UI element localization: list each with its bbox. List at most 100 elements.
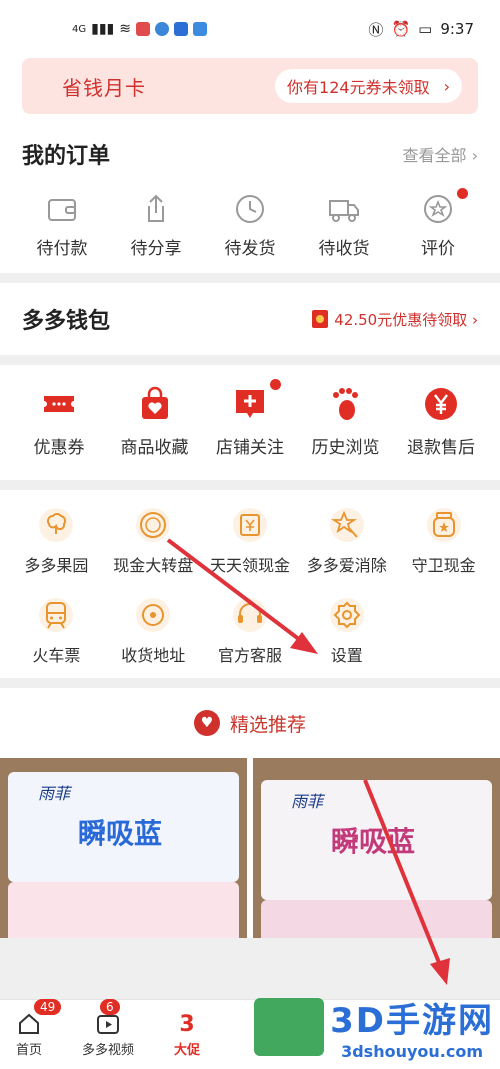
signal-icon: ▮▮▮ (91, 21, 115, 37)
quick-link-favorites[interactable]: 商品收藏 (110, 385, 200, 458)
quick-link-label: 店铺关注 (216, 438, 284, 458)
watermark-title: 3D手游网 (330, 1001, 494, 1041)
red-envelope-icon (312, 310, 329, 328)
tool-train-ticket[interactable]: 火车票 (8, 596, 105, 666)
order-pending-ship[interactable]: 待发货 (210, 192, 290, 259)
recommend-header: ♥ 精选推荐 (0, 688, 500, 758)
tool-daily-cash[interactable]: 天天领现金 (202, 506, 299, 576)
quick-link-label: 历史浏览 (311, 438, 380, 458)
tool-settings[interactable]: 设置 (298, 596, 395, 666)
status-left: 4G ▮▮▮ ≋ (72, 21, 207, 37)
product-brand: 雨菲 (38, 784, 71, 803)
tools-section: 多多果园 现金大转盘 天天领现金 多多爱消除 守卫现金 火车票 收货地址 官方客… (0, 490, 500, 678)
tool-label: 火车票 (32, 646, 81, 665)
orders-section: 我的订单 查看全部 › 待付款 待分享 待发货 待收货 评价 (0, 124, 500, 273)
watermark-url: 3dshouyou.com (341, 1042, 484, 1061)
order-label: 评价 (421, 239, 455, 259)
see-all-link[interactable]: 查看全部 › (403, 142, 479, 166)
nav-video[interactable]: 6 多多视频 (82, 999, 134, 1058)
nav-promo-number: 3 (179, 1011, 195, 1037)
product-brand: 雨菲 (291, 792, 324, 811)
footprint-icon (332, 388, 358, 420)
yen-icon (425, 388, 457, 420)
tool-guard-cash[interactable]: 守卫现金 (395, 506, 492, 576)
watermark-logo (254, 998, 325, 1056)
tool-orchard[interactable]: 多多果园 (8, 506, 105, 576)
tool-match-game[interactable]: 多多爱消除 (298, 506, 395, 576)
order-review[interactable]: 评价 (398, 188, 478, 259)
wallet-promo[interactable]: 42.50元优惠待领取 › (312, 309, 478, 330)
tool-label: 现金大转盘 (113, 556, 194, 575)
quick-link-label: 退款售后 (407, 438, 475, 458)
money-card-title: 省钱月卡 (62, 75, 146, 100)
product-image (261, 900, 492, 938)
status-bar: 4G ▮▮▮ ≋ Ⓝ ⏰ ▭ 9:37 (0, 0, 500, 58)
quick-link-history[interactable]: 历史浏览 (301, 385, 391, 458)
notification-dot (270, 379, 281, 390)
heart-icon: ♥ (193, 710, 220, 736)
quick-link-follow-store[interactable]: 店铺关注 (205, 379, 295, 458)
nav-label: 大促 (174, 1042, 201, 1058)
order-label: 待付款 (36, 239, 88, 259)
app-icon (192, 22, 207, 36)
order-label: 待分享 (130, 239, 182, 259)
wallet-icon (48, 199, 76, 221)
product-name: 瞬吸蓝 (78, 817, 163, 850)
home-icon (19, 1013, 39, 1034)
tool-label: 多多爱消除 (306, 556, 387, 575)
quick-link-label: 优惠券 (33, 438, 85, 458)
wifi-icon: ≋ (119, 21, 131, 37)
chevron-right-icon: › (443, 76, 450, 96)
order-pending-receive[interactable]: 待收货 (304, 192, 384, 259)
tool-label: 官方客服 (217, 646, 282, 665)
location-icon (136, 598, 171, 632)
gear-icon (329, 598, 364, 632)
tool-label: 设置 (330, 646, 363, 665)
clock-time: 9:37 (440, 20, 474, 38)
store-plus-icon (236, 390, 264, 418)
order-pending-payment[interactable]: 待付款 (22, 192, 102, 259)
tool-cash-wheel[interactable]: 现金大转盘 (105, 506, 202, 576)
money-card-area: 省钱月卡 你有124元券未领取 › (0, 58, 500, 124)
app-icon (135, 22, 150, 36)
product-image: 雨菲 瞬吸蓝 (261, 780, 492, 900)
tool-label: 天天领现金 (209, 556, 290, 575)
tool-customer-service[interactable]: 官方客服 (202, 596, 299, 666)
recommend-title: 精选推荐 (229, 713, 306, 736)
order-pending-share[interactable]: 待分享 (116, 192, 196, 259)
wallet-title: 多多钱包 (22, 309, 111, 334)
coupon-icon (44, 396, 74, 412)
nav-promo[interactable]: 3 大促 (174, 1012, 200, 1058)
quick-link-refund[interactable]: 退款售后 (396, 385, 486, 458)
coupon-text: 你有124元券未领取 (287, 78, 430, 97)
order-label: 待发货 (224, 239, 276, 259)
wallet-promo-text: 42.50元优惠待领取 › (334, 310, 478, 329)
truck-icon (329, 200, 359, 222)
order-label: 待收货 (318, 239, 370, 259)
notification-dot (457, 188, 468, 199)
headset-icon (232, 598, 267, 632)
network-label: 4G (72, 23, 87, 35)
clock-icon (236, 195, 264, 223)
app-icon (173, 22, 188, 36)
jar-icon (426, 508, 461, 542)
nav-home[interactable]: 49 首页 (16, 999, 62, 1058)
tool-address[interactable]: 收货地址 (105, 596, 202, 666)
product-card[interactable]: 雨菲 瞬吸蓝 (0, 758, 247, 938)
coupon-pill[interactable]: 你有124元券未领取 › (275, 69, 462, 103)
orders-title: 我的订单 (22, 144, 111, 169)
bag-heart-icon (141, 386, 168, 419)
star-wand-icon (329, 508, 364, 542)
product-name: 瞬吸蓝 (331, 825, 416, 858)
wallet-section[interactable]: 多多钱包 42.50元优惠待领取 › (0, 283, 500, 355)
tool-label: 收货地址 (121, 646, 186, 665)
site-watermark: 3D手游网 3dshouyou.com (254, 993, 494, 1061)
app-icon (154, 22, 169, 36)
quick-link-coupon[interactable]: 优惠券 (14, 385, 104, 458)
money-card-banner[interactable]: 省钱月卡 你有124元券未领取 › (22, 58, 478, 114)
product-card[interactable]: 雨菲 瞬吸蓝 (253, 758, 500, 938)
tool-label: 守卫现金 (411, 556, 476, 575)
train-icon (39, 598, 74, 632)
wheel-icon (136, 508, 171, 542)
share-icon (148, 194, 164, 222)
